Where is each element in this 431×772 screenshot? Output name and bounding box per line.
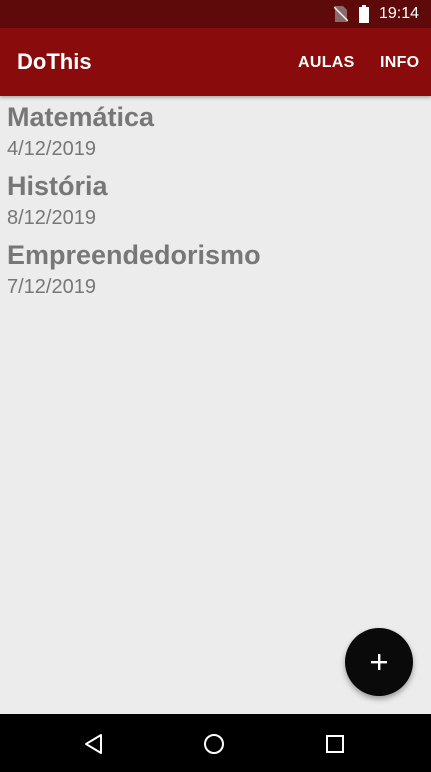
status-time: 19:14 xyxy=(379,5,420,22)
task-list: Matemática 4/12/2019 História 8/12/2019 … xyxy=(7,100,427,307)
list-item[interactable]: História 8/12/2019 xyxy=(7,169,427,238)
item-title: História xyxy=(7,171,108,201)
item-title: Matemática xyxy=(7,102,155,132)
no-sim-icon xyxy=(334,6,348,22)
recents-icon[interactable] xyxy=(322,731,348,757)
app-bar: DoThis AULAS INFO xyxy=(0,28,431,96)
list-item[interactable]: Matemática 4/12/2019 xyxy=(7,100,427,169)
plus-icon xyxy=(371,654,387,670)
item-title: Empreendedorismo xyxy=(7,240,261,270)
aulas-button[interactable]: AULAS xyxy=(298,53,355,73)
list-item[interactable]: Empreendedorismo 7/12/2019 xyxy=(7,238,427,307)
home-icon[interactable] xyxy=(201,731,227,757)
app-title: DoThis xyxy=(17,49,92,74)
navigation-bar xyxy=(0,714,431,772)
item-date: 4/12/2019 xyxy=(7,138,96,160)
battery-icon xyxy=(359,5,369,23)
add-button[interactable] xyxy=(345,628,413,696)
item-date: 8/12/2019 xyxy=(7,207,96,229)
screen: 19:14 DoThis AULAS INFO Matemática 4/12/… xyxy=(0,0,431,772)
item-date: 7/12/2019 xyxy=(7,276,96,298)
status-bar: 19:14 xyxy=(0,0,431,28)
info-button[interactable]: INFO xyxy=(380,53,419,73)
back-icon[interactable] xyxy=(81,731,107,757)
